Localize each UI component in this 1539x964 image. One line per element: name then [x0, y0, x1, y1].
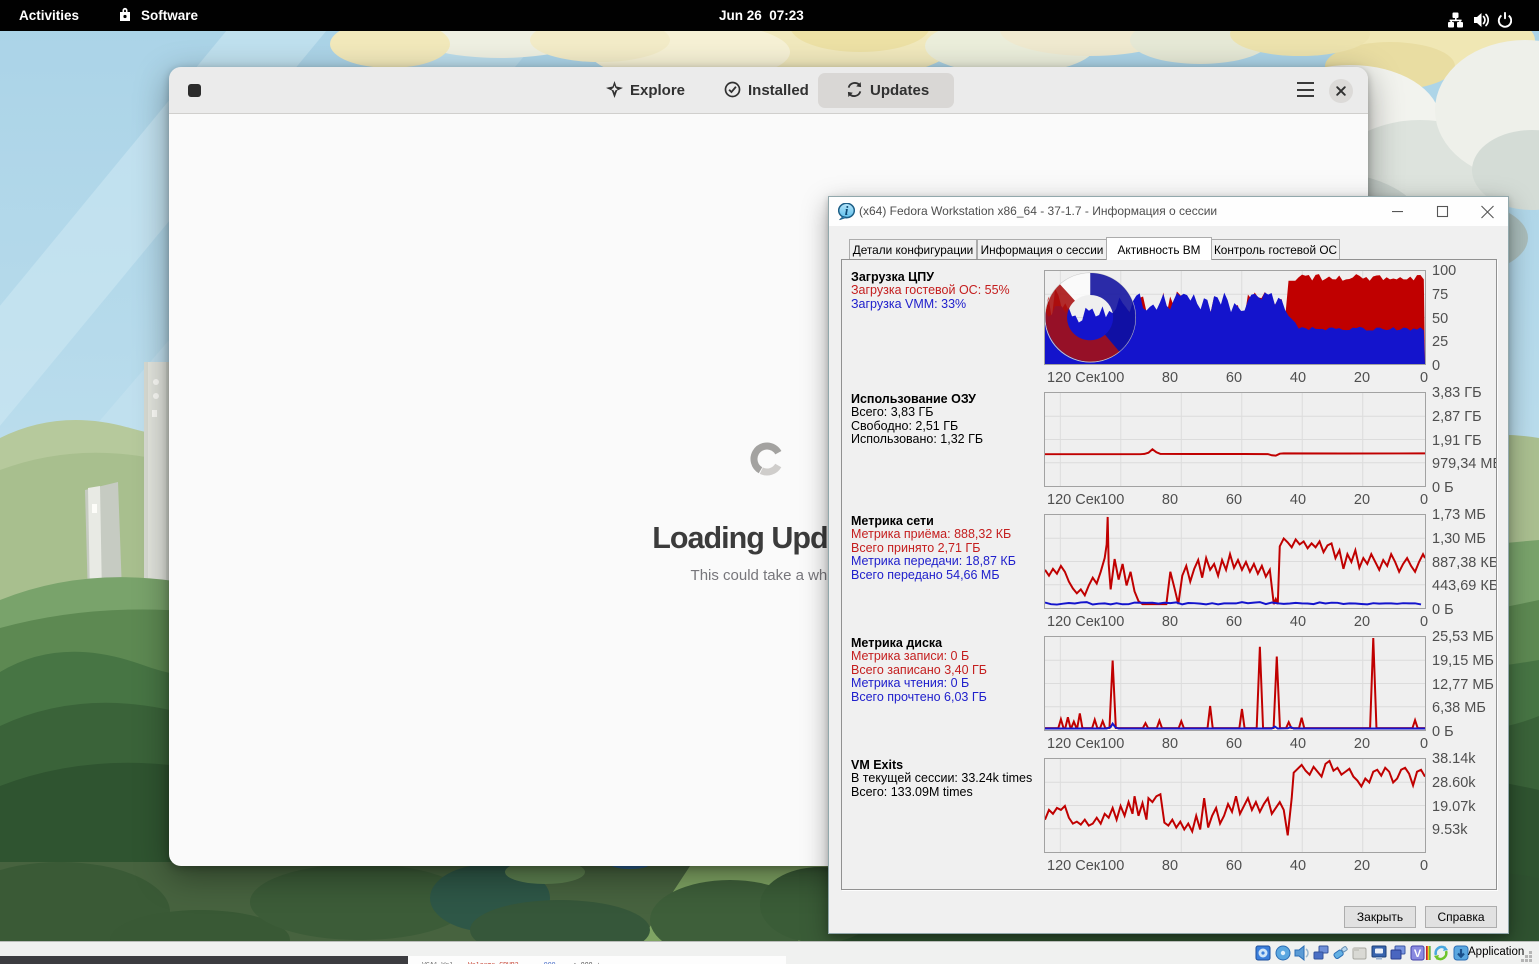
svg-text:i: i	[845, 203, 849, 218]
svg-text:V: V	[1414, 948, 1422, 960]
